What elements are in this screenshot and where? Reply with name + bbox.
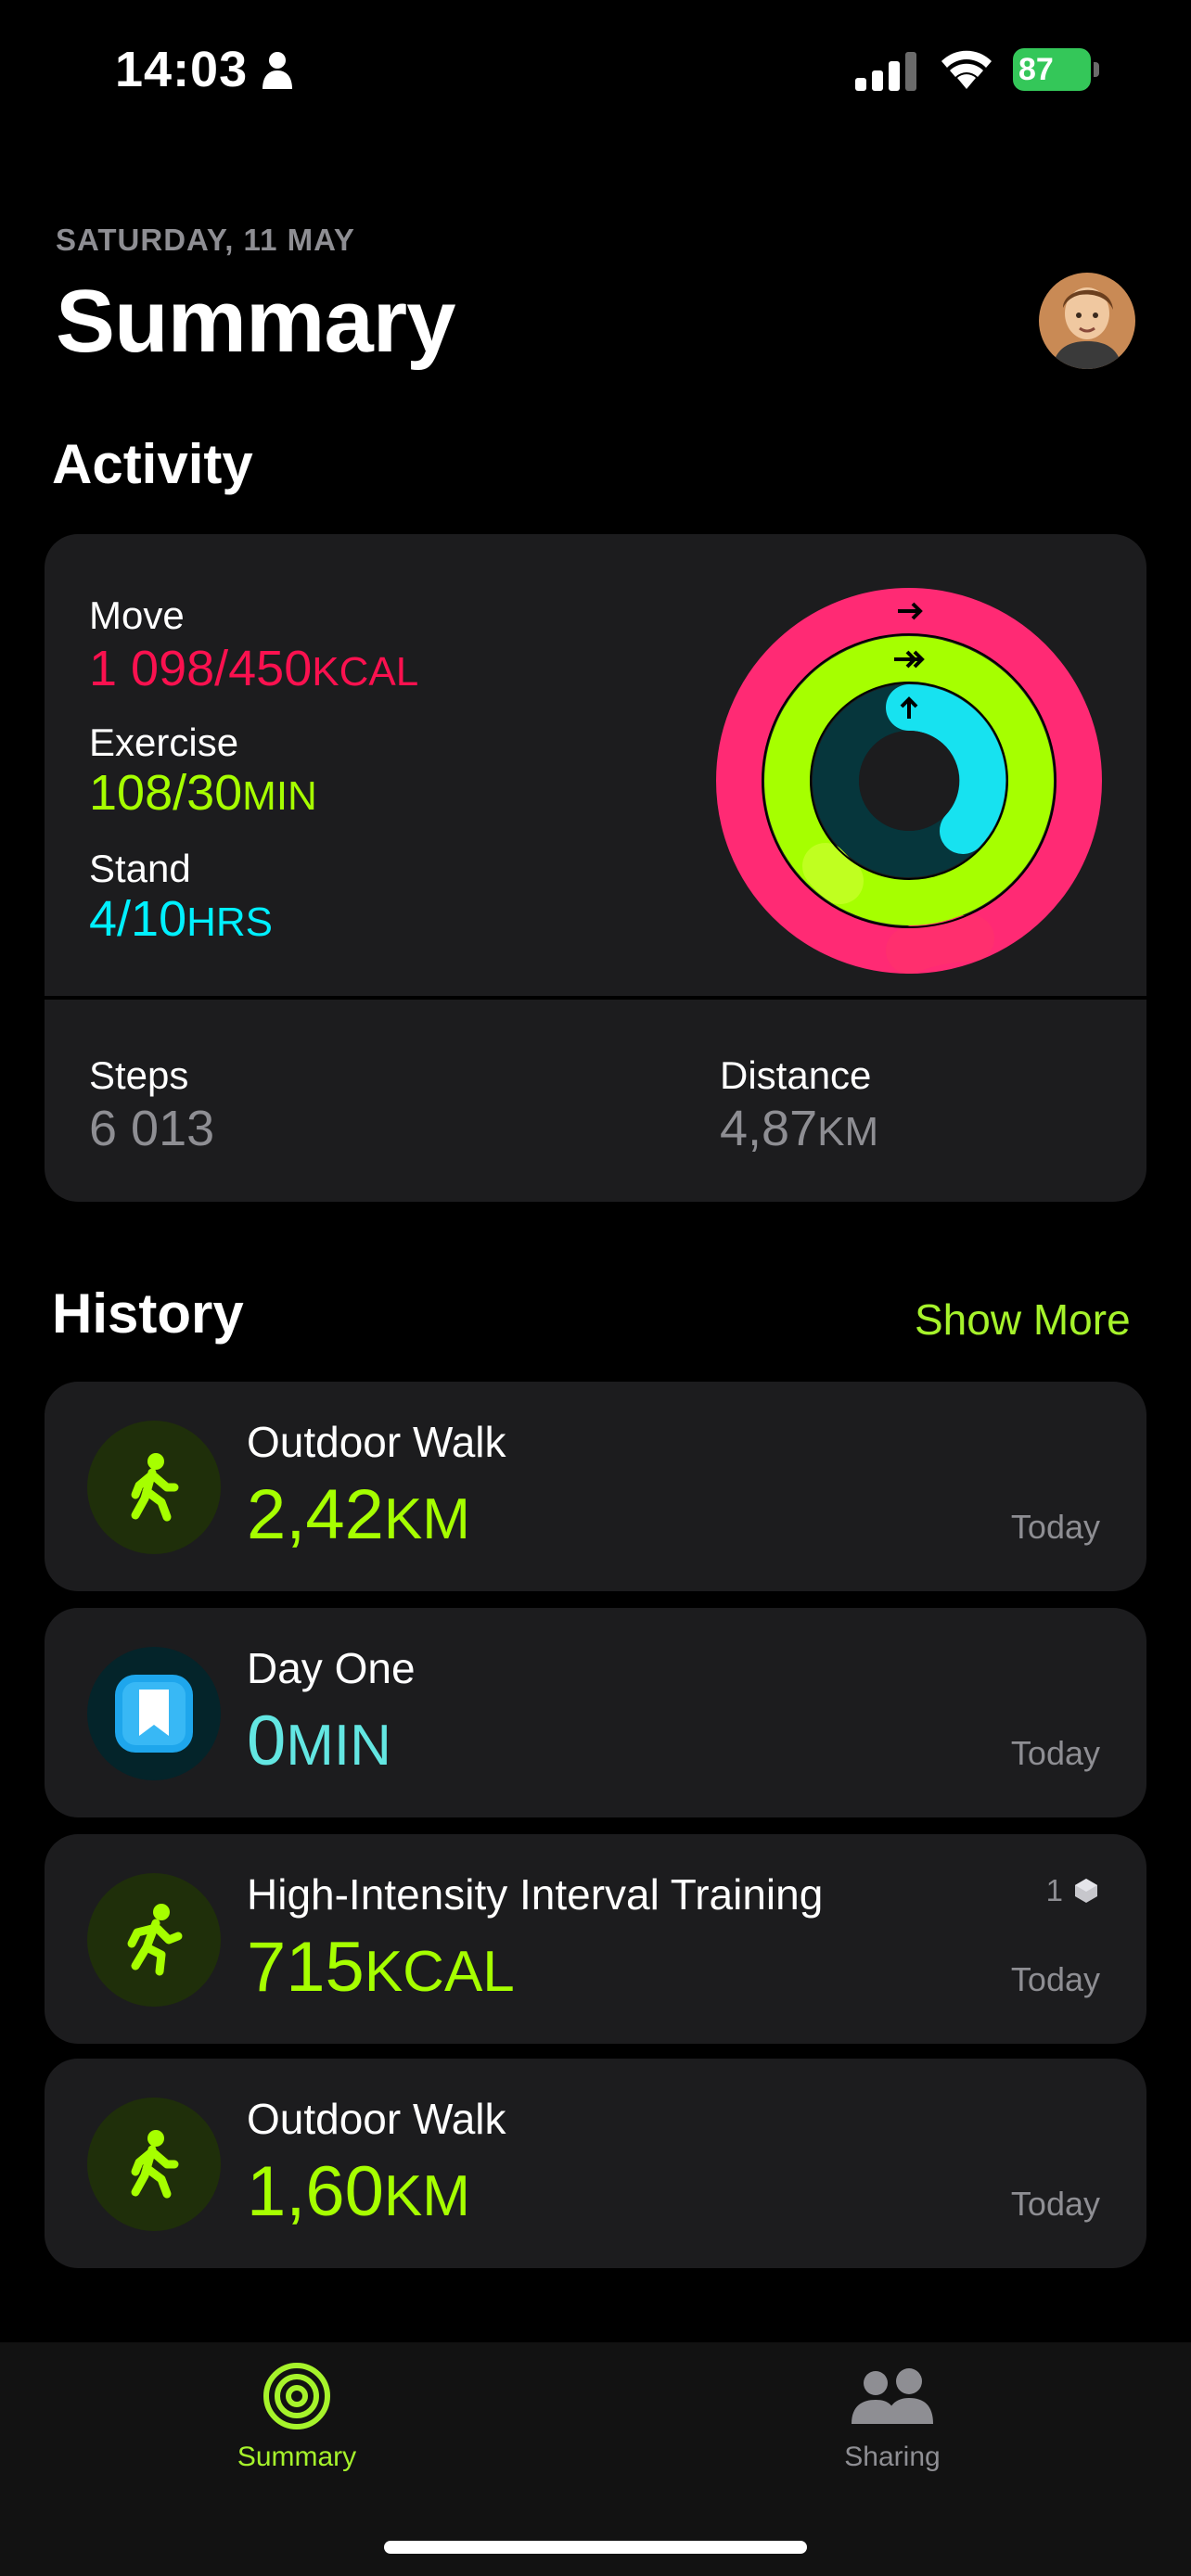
stand-value: 4/10HRS	[89, 891, 274, 947]
history-item-value: 2,42KM	[247, 1475, 470, 1554]
people-icon	[852, 2368, 933, 2424]
history-item[interactable]: Outdoor Walk 2,42KM Today	[45, 1382, 1146, 1591]
history-item-title: High-Intensity Interval Training	[247, 1870, 824, 1919]
battery-indicator: 87	[1013, 48, 1100, 91]
summary-rings-icon	[263, 2363, 330, 2429]
award-badge: 1	[1046, 1873, 1100, 1908]
show-more-link[interactable]: Show More	[915, 1294, 1131, 1345]
walk-icon	[87, 1421, 221, 1554]
page-title: Summary	[56, 272, 456, 371]
tab-sharing-label: Sharing	[844, 2442, 941, 2472]
history-item-value: 0MIN	[247, 1702, 391, 1780]
tab-summary-label: Summary	[237, 2442, 357, 2472]
stand-label: Stand	[89, 847, 191, 890]
cellular-signal-icon	[855, 52, 916, 91]
history-item-title: Day One	[247, 1644, 416, 1692]
walk-icon	[87, 2098, 221, 2231]
history-heading: History	[52, 1282, 244, 1345]
tab-sharing[interactable]: Sharing	[753, 2361, 1031, 2473]
date-label: SATURDAY, 11 MAY	[56, 223, 355, 257]
distance-label: Distance	[720, 1053, 872, 1097]
wifi-icon	[941, 50, 992, 89]
bookmark-icon	[87, 1647, 221, 1780]
exercise-label: Exercise	[89, 721, 239, 764]
activity-divider	[45, 996, 1146, 1000]
steps-label: Steps	[89, 1053, 189, 1097]
history-item-date: Today	[1010, 1508, 1100, 1546]
history-item[interactable]: Day One 0MIN Today	[45, 1608, 1146, 1817]
distance-value: 4,87KM	[720, 1101, 879, 1156]
history-item-date: Today	[1010, 1734, 1100, 1772]
exercise-value: 108/30MIN	[89, 765, 317, 821]
activity-heading: Activity	[52, 433, 253, 495]
running-icon	[87, 1873, 221, 2007]
steps-value: 6 013	[89, 1101, 215, 1156]
status-time: 14:03	[115, 42, 249, 97]
history-item-date: Today	[1010, 1960, 1100, 1998]
move-label: Move	[89, 593, 185, 637]
activity-rings[interactable]	[716, 588, 1102, 974]
history-item[interactable]: High-Intensity Interval Training 1 715KC…	[45, 1834, 1146, 2044]
history-item-value: 715KCAL	[247, 1928, 515, 2007]
history-item[interactable]: Outdoor Walk 1,60KM Today	[45, 2059, 1146, 2268]
history-item-title: Outdoor Walk	[247, 2095, 506, 2143]
history-item-title: Outdoor Walk	[247, 1418, 506, 1466]
history-item-value: 1,60KM	[247, 2152, 470, 2231]
award-icon	[1075, 1879, 1097, 1903]
person-icon	[263, 52, 292, 89]
move-value: 1 098/450KCAL	[89, 641, 419, 696]
tab-summary[interactable]: Summary	[158, 2361, 436, 2473]
history-item-date: Today	[1010, 2185, 1100, 2223]
home-indicator[interactable]	[384, 2541, 807, 2554]
avatar[interactable]	[1039, 273, 1135, 369]
